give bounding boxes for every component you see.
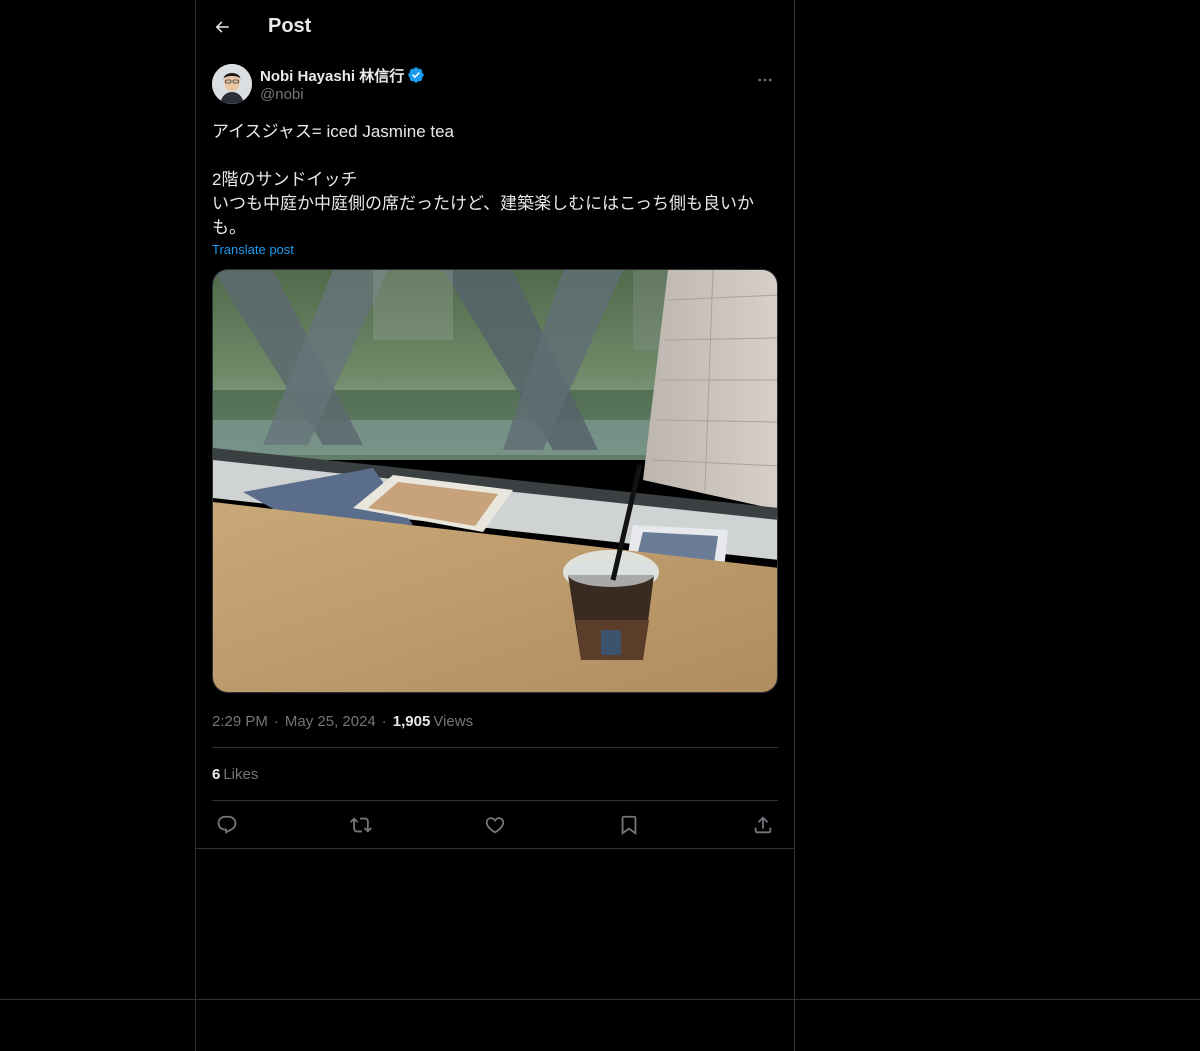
repost-button[interactable] [350,814,372,836]
post-time[interactable]: 2:29 PM [212,713,268,730]
page-title: Post [268,15,312,37]
repost-icon [350,817,372,832]
heart-icon [485,816,505,833]
likes-row[interactable]: 6 Likes [212,748,778,800]
translate-post-link[interactable]: Translate post [212,242,294,257]
meta-separator: · [273,712,279,730]
photo-image [213,270,777,692]
more-horizontal-icon [758,78,772,82]
verified-badge-icon[interactable] [407,66,425,84]
avatar[interactable] [212,64,252,104]
reply-button[interactable] [216,814,238,836]
author-handle[interactable]: @nobi [260,86,425,103]
post: Nobi Hayashi 林信行 @nobi アイスジャス= iced Jasm… [196,64,794,848]
back-button[interactable] [204,9,240,45]
post-photo[interactable] [212,269,778,693]
likes-label: Likes [223,765,259,783]
post-meta: 2:29 PM · May 25, 2024 · 1,905 Views [212,710,778,732]
post-date[interactable]: May 25, 2024 [285,713,376,730]
page: Post Nobi Hayashi 林信行 @nobi アイスジャス= iced… [0,0,1200,1051]
bookmark-icon [621,815,637,835]
like-button[interactable] [484,814,506,836]
post-text: アイスジャス= iced Jasmine tea 2階のサンドイッチ いつも中庭… [212,122,754,237]
meta-separator: · [381,712,387,730]
bookmark-button[interactable] [618,814,640,836]
reply-icon [217,815,237,834]
views-label: Views [433,712,474,730]
primary-column: Post Nobi Hayashi 林信行 @nobi アイスジャス= iced… [196,0,794,849]
author-row: Nobi Hayashi 林信行 @nobi [212,64,778,108]
avatar-image [212,64,252,104]
right-column-border [794,0,795,1051]
arrow-left-icon [215,20,229,33]
page-header: Post [196,0,794,53]
more-options-button[interactable] [750,65,780,95]
post-bottom-border [196,848,794,849]
name-line: Nobi Hayashi 林信行 [260,65,425,85]
bottom-divider [0,999,1200,1000]
likes-count: 6 [212,765,221,783]
author-info: Nobi Hayashi 林信行 @nobi [260,64,425,103]
share-button[interactable] [752,814,774,836]
author-display-name[interactable]: Nobi Hayashi 林信行 [260,65,404,86]
views-count: 1,905 [392,712,431,730]
share-icon [754,815,772,833]
action-bar [212,801,778,848]
